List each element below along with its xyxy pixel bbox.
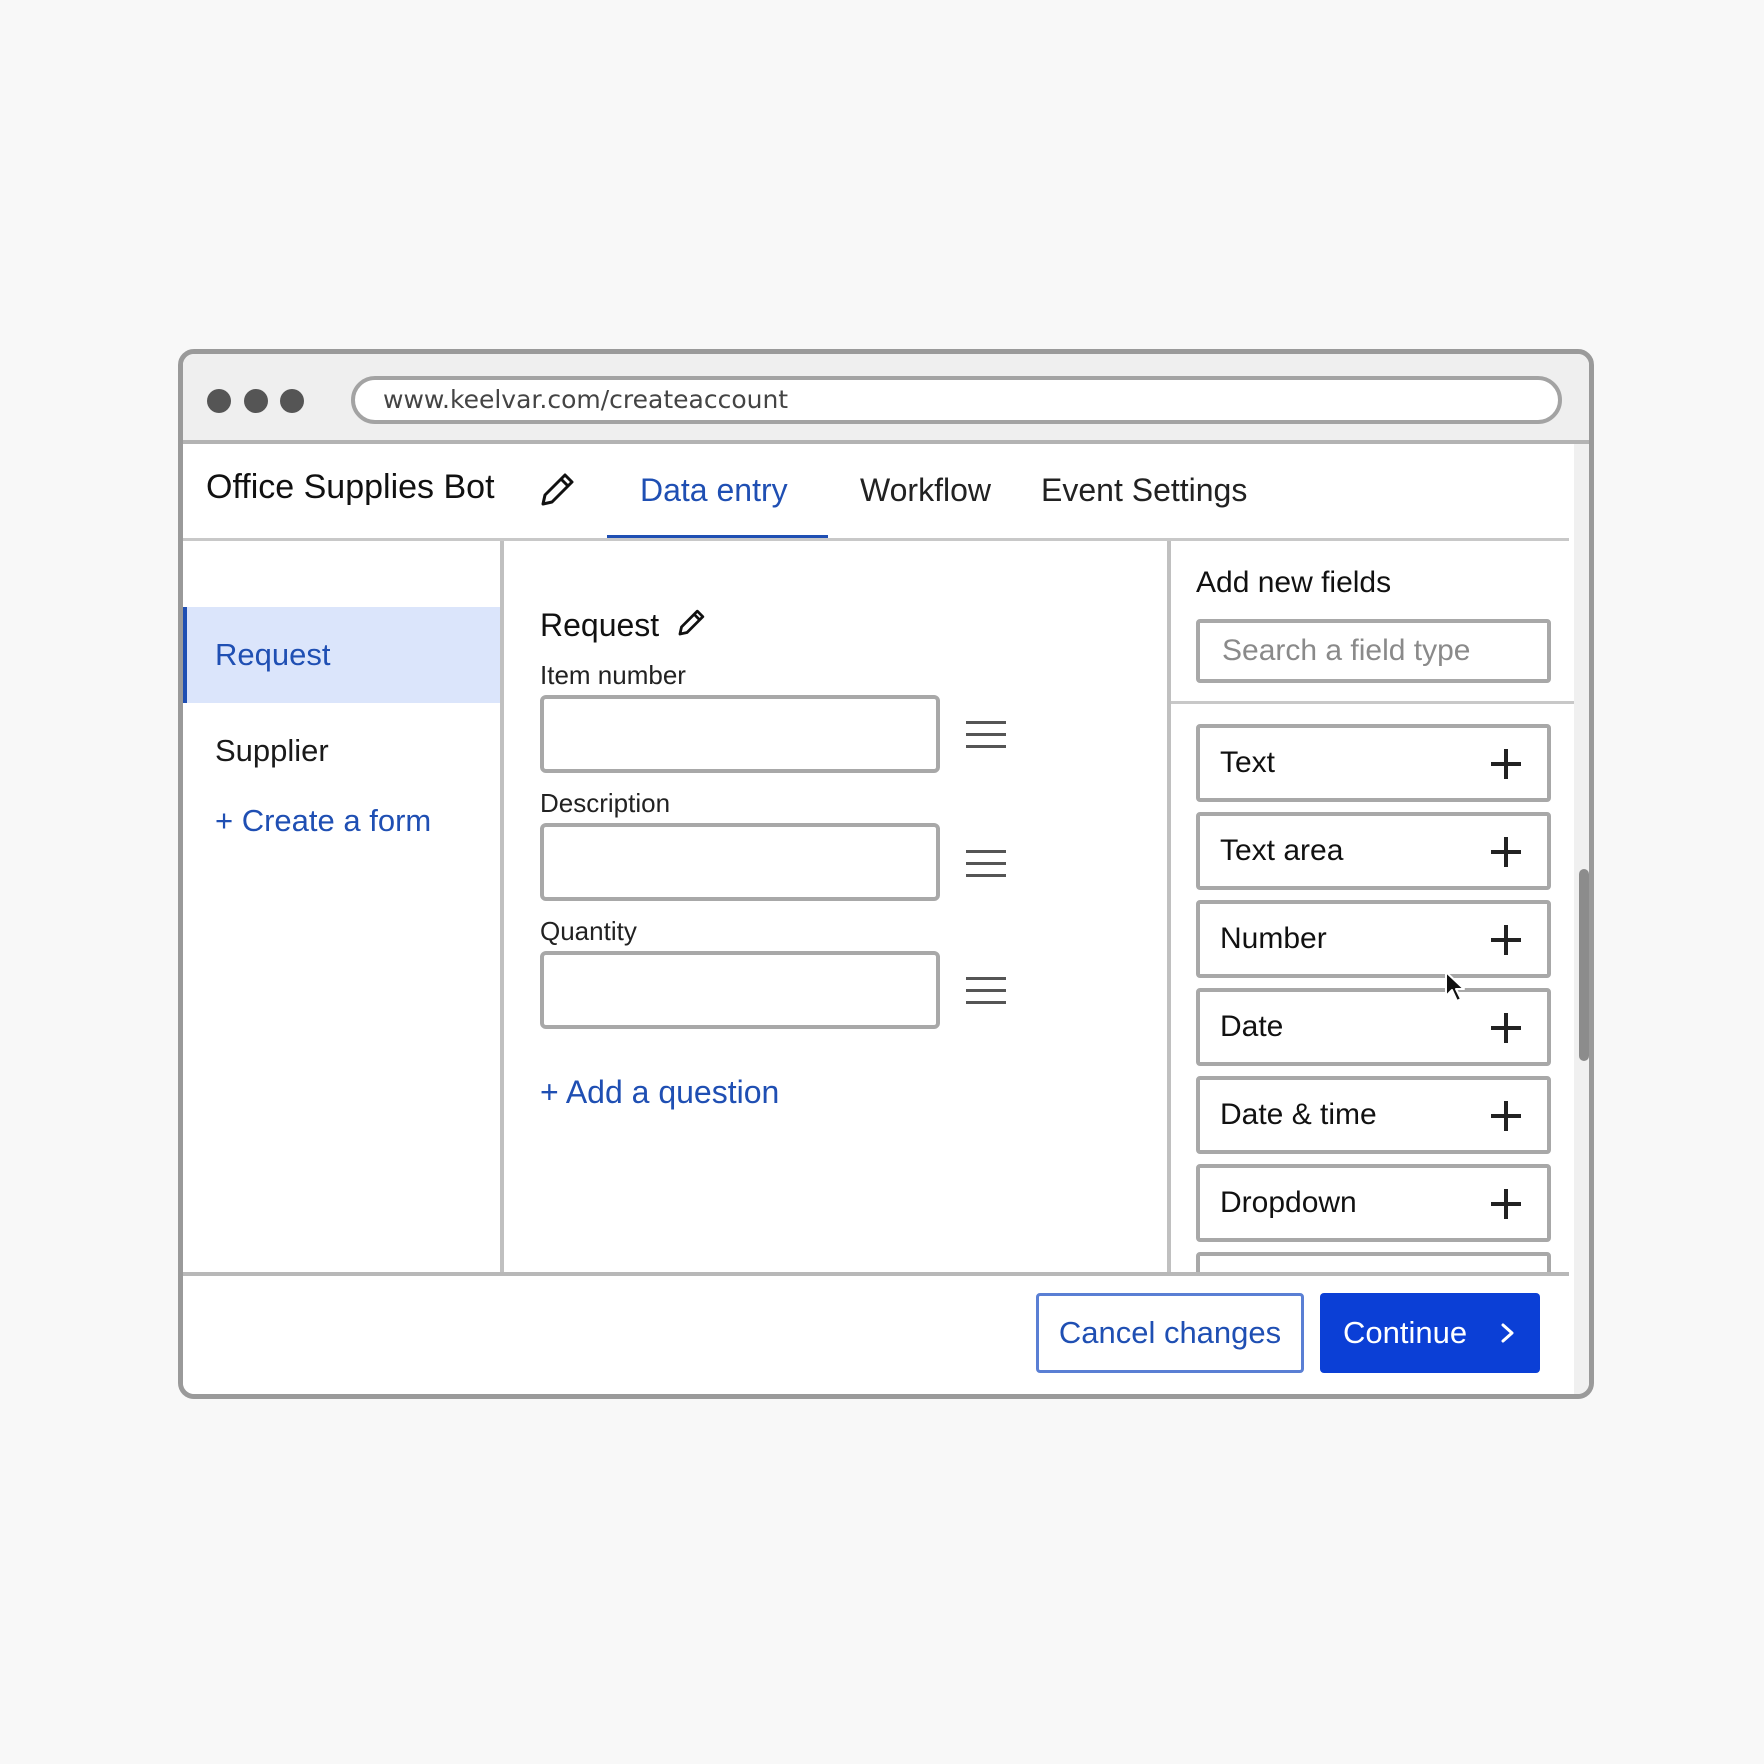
- chevron-right-icon: [1501, 1323, 1514, 1343]
- browser-chrome: www.keelvar.com/createaccount: [183, 354, 1589, 444]
- field-type-more[interactable]: [1196, 1252, 1551, 1272]
- form-title: Request: [540, 607, 706, 644]
- item-number-input[interactable]: [540, 695, 940, 773]
- quantity-input[interactable]: [540, 951, 940, 1029]
- field-type-search-input[interactable]: Search a field type: [1196, 619, 1551, 683]
- field-type-label: Number: [1220, 922, 1327, 955]
- panel-divider: [1171, 701, 1574, 704]
- drag-handle-icon[interactable]: [966, 850, 1006, 878]
- panel-title: Add new fields: [1196, 566, 1392, 599]
- drag-handle-icon[interactable]: [966, 977, 1006, 1005]
- field-type-text-area[interactable]: Text area: [1196, 812, 1551, 890]
- plus-icon[interactable]: [1491, 1189, 1521, 1219]
- field-label-description: Description: [540, 788, 671, 818]
- window-maximize-dot[interactable]: [280, 389, 304, 413]
- tab-workflow[interactable]: Workflow: [860, 472, 991, 509]
- pencil-icon[interactable]: [538, 471, 576, 509]
- field-type-label: Text area: [1220, 834, 1344, 867]
- tab-data-entry[interactable]: Data entry: [640, 472, 788, 509]
- field-type-number[interactable]: Number: [1196, 900, 1551, 978]
- field-type-label: Dropdown: [1220, 1186, 1357, 1219]
- plus-icon[interactable]: [1491, 1101, 1521, 1131]
- page-scrollbar[interactable]: [1574, 444, 1589, 1394]
- field-type-date-time[interactable]: Date & time: [1196, 1076, 1551, 1154]
- footer-bar: Cancel changes Continue: [183, 1272, 1569, 1394]
- description-input[interactable]: [540, 823, 940, 901]
- drag-handle-icon[interactable]: [966, 721, 1006, 749]
- create-form-link[interactable]: + Create a form: [215, 803, 431, 839]
- app-header: Office Supplies Bot Data entry Workflow …: [183, 444, 1569, 541]
- continue-label: Continue: [1343, 1315, 1468, 1350]
- active-tab-indicator: [607, 535, 828, 538]
- plus-icon[interactable]: [1491, 837, 1521, 867]
- field-label-item-number: Item number: [540, 660, 686, 690]
- mouse-cursor-icon: [1445, 971, 1465, 1002]
- field-type-dropdown[interactable]: Dropdown: [1196, 1164, 1551, 1242]
- field-label-quantity: Quantity: [540, 916, 637, 946]
- sidebar-item-request[interactable]: Request: [183, 607, 500, 703]
- field-type-text[interactable]: Text: [1196, 724, 1551, 802]
- tab-event-settings[interactable]: Event Settings: [1041, 472, 1247, 509]
- cancel-changes-button[interactable]: Cancel changes: [1036, 1293, 1304, 1373]
- scrollbar-thumb[interactable]: [1579, 869, 1589, 1061]
- form-title-text: Request: [540, 607, 660, 643]
- browser-window: www.keelvar.com/createaccount Office Sup…: [178, 349, 1594, 1399]
- plus-icon[interactable]: [1491, 1013, 1521, 1043]
- continue-button[interactable]: Continue: [1320, 1293, 1540, 1373]
- field-type-date[interactable]: Date: [1196, 988, 1551, 1066]
- bot-title: Office Supplies Bot: [206, 468, 495, 506]
- window-minimize-dot[interactable]: [244, 389, 268, 413]
- plus-icon[interactable]: [1491, 749, 1521, 779]
- sidebar-item-supplier[interactable]: Supplier: [183, 703, 500, 799]
- form-sidebar: Request Supplier + Create a form: [183, 541, 504, 1272]
- field-type-label: Date & time: [1220, 1098, 1377, 1131]
- window-close-dot[interactable]: [207, 389, 231, 413]
- form-editor: Request Item number Description Quantity…: [504, 541, 1167, 1272]
- field-type-label: Date: [1220, 1010, 1284, 1043]
- plus-icon[interactable]: [1491, 925, 1521, 955]
- field-type-label: Text: [1220, 746, 1276, 779]
- address-bar[interactable]: www.keelvar.com/createaccount: [351, 376, 1562, 424]
- add-question-link[interactable]: + Add a question: [540, 1074, 779, 1111]
- pencil-icon[interactable]: [676, 608, 706, 638]
- field-type-panel: Add new fields Search a field type Text …: [1167, 541, 1574, 1272]
